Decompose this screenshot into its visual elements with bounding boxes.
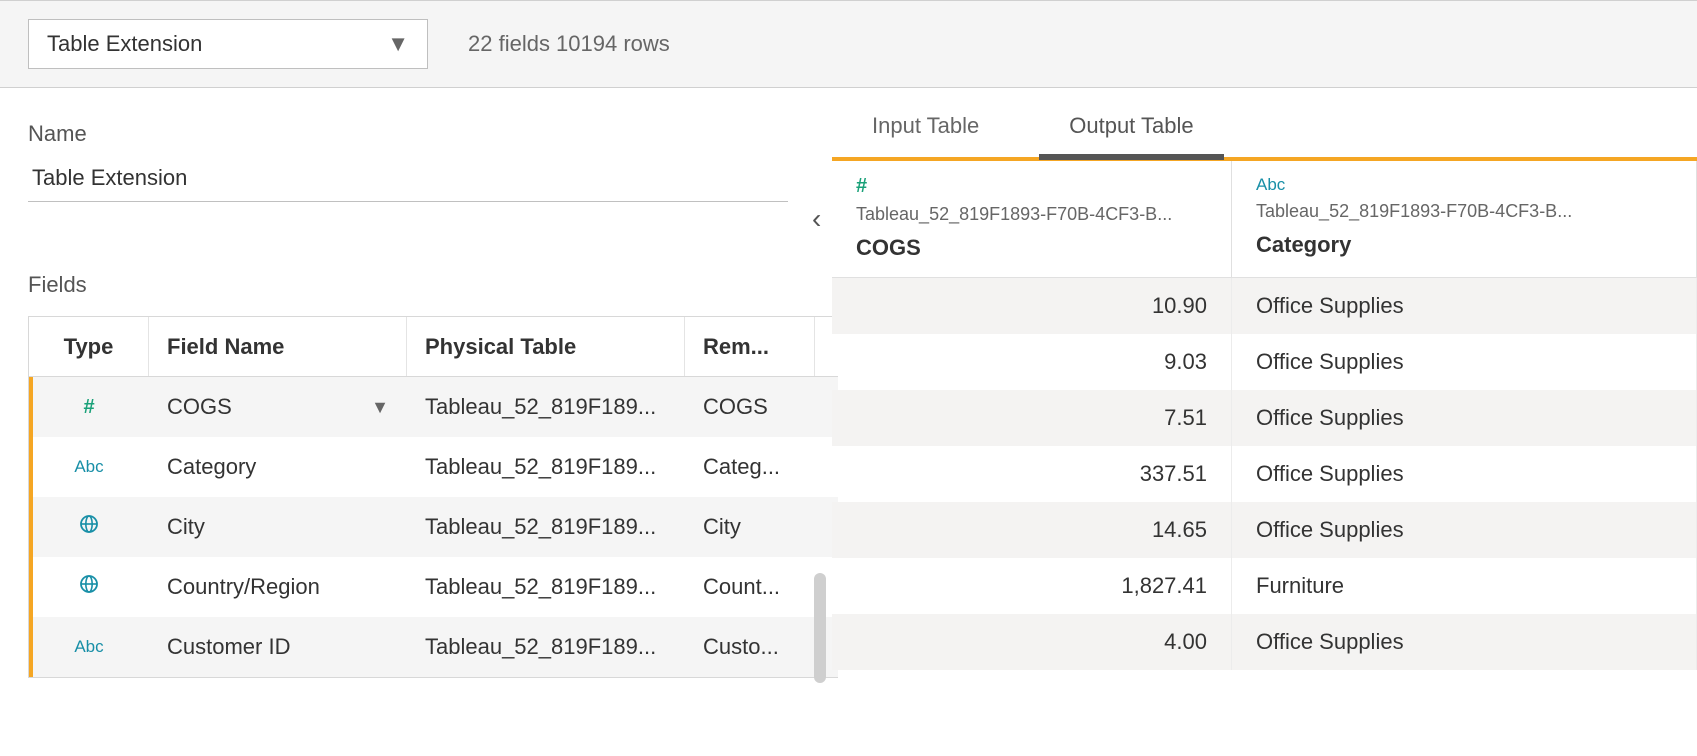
cogs-cell: 14.65 bbox=[832, 502, 1232, 558]
abc-icon: Abc bbox=[74, 457, 103, 477]
table-row[interactable]: 1,827.41Furniture bbox=[832, 558, 1697, 614]
field-type-cell[interactable]: Abc bbox=[29, 437, 149, 497]
physical-table-cell: Tableau_52_819F189... bbox=[407, 557, 685, 617]
main-content: ‹ Name Fields Type Field Name Physical T… bbox=[0, 93, 1697, 756]
output-col-source: Tableau_52_819F1893-F70B-4CF3-B... bbox=[1256, 201, 1672, 222]
col-physical[interactable]: Physical Table bbox=[407, 317, 685, 376]
field-name-cell[interactable]: City bbox=[149, 497, 407, 557]
physical-table-cell: Tableau_52_819F189... bbox=[407, 377, 685, 437]
row-count-summary: 22 fields 10194 rows bbox=[468, 31, 670, 57]
remote-name-cell: Categ... bbox=[685, 437, 815, 497]
field-type-cell[interactable] bbox=[29, 497, 149, 557]
datasource-dropdown[interactable]: Table Extension ▼ bbox=[28, 19, 428, 69]
field-name-cell[interactable]: Country/Region bbox=[149, 557, 407, 617]
col-remote[interactable]: Rem... bbox=[685, 317, 815, 376]
right-pane: Input Table Output Table # Tableau_52_81… bbox=[832, 93, 1697, 756]
table-name-input[interactable] bbox=[28, 159, 788, 202]
col-field-name[interactable]: Field Name bbox=[149, 317, 407, 376]
category-cell: Office Supplies bbox=[1232, 334, 1697, 390]
field-row[interactable]: Country/RegionTableau_52_819F189...Count… bbox=[29, 557, 838, 617]
field-row[interactable]: Abc Customer IDTableau_52_819F189...Custo… bbox=[29, 617, 838, 677]
remote-name-cell: COGS bbox=[685, 377, 815, 437]
physical-table-cell: Tableau_52_819F189... bbox=[407, 497, 685, 557]
output-col-name: Category bbox=[1256, 232, 1672, 258]
output-col-category[interactable]: Abc Tableau_52_819F1893-F70B-4CF3-B... C… bbox=[1232, 161, 1697, 278]
field-row[interactable]: Abc CategoryTableau_52_819F189...Categ... bbox=[29, 437, 838, 497]
remote-name-cell: City bbox=[685, 497, 815, 557]
hash-icon: # bbox=[83, 396, 94, 419]
output-table: # Tableau_52_819F1893-F70B-4CF3-B... COG… bbox=[832, 157, 1697, 670]
tab-input-table[interactable]: Input Table bbox=[872, 113, 979, 157]
category-cell: Office Supplies bbox=[1232, 446, 1697, 502]
output-col-cogs[interactable]: # Tableau_52_819F1893-F70B-4CF3-B... COG… bbox=[832, 161, 1232, 278]
chevron-down-icon: ▼ bbox=[387, 31, 409, 57]
fields-scrollbar[interactable] bbox=[814, 573, 826, 683]
fields-table: Type Field Name Physical Table Rem... # C… bbox=[28, 316, 838, 678]
cogs-cell: 10.90 bbox=[832, 278, 1232, 334]
category-cell: Furniture bbox=[1232, 558, 1697, 614]
fields-label: Fields bbox=[28, 272, 832, 298]
fields-header-row: Type Field Name Physical Table Rem... bbox=[29, 317, 838, 377]
field-row[interactable]: # COGS▼Tableau_52_819F189...COGS bbox=[29, 377, 838, 437]
remote-name-cell: Custo... bbox=[685, 617, 815, 677]
table-row[interactable]: 9.03Office Supplies bbox=[832, 334, 1697, 390]
toolbar: Table Extension ▼ 22 fields 10194 rows bbox=[0, 0, 1697, 88]
cogs-cell: 7.51 bbox=[832, 390, 1232, 446]
category-cell: Office Supplies bbox=[1232, 502, 1697, 558]
output-col-source: Tableau_52_819F1893-F70B-4CF3-B... bbox=[856, 204, 1207, 225]
category-cell: Office Supplies bbox=[1232, 390, 1697, 446]
physical-table-cell: Tableau_52_819F189... bbox=[407, 437, 685, 497]
table-row[interactable]: 7.51Office Supplies bbox=[832, 390, 1697, 446]
left-pane: Name Fields Type Field Name Physical Tab… bbox=[0, 93, 832, 756]
field-row[interactable]: CityTableau_52_819F189...City bbox=[29, 497, 838, 557]
field-type-cell[interactable]: # bbox=[29, 377, 149, 437]
table-tabs: Input Table Output Table bbox=[832, 93, 1697, 157]
chevron-down-icon[interactable]: ▼ bbox=[371, 397, 389, 418]
table-row[interactable]: 10.90Office Supplies bbox=[832, 278, 1697, 334]
output-col-name: COGS bbox=[856, 235, 1207, 261]
category-cell: Office Supplies bbox=[1232, 614, 1697, 670]
hash-icon: # bbox=[856, 175, 867, 197]
field-type-cell[interactable] bbox=[29, 557, 149, 617]
globe-icon bbox=[79, 574, 99, 600]
name-label: Name bbox=[28, 121, 832, 147]
field-type-cell[interactable]: Abc bbox=[29, 617, 149, 677]
cogs-cell: 1,827.41 bbox=[832, 558, 1232, 614]
abc-icon: Abc bbox=[74, 637, 103, 657]
category-cell: Office Supplies bbox=[1232, 278, 1697, 334]
field-name-cell[interactable]: COGS▼ bbox=[149, 377, 407, 437]
cogs-cell: 9.03 bbox=[832, 334, 1232, 390]
tab-output-table[interactable]: Output Table bbox=[1069, 113, 1193, 157]
table-row[interactable]: 337.51Office Supplies bbox=[832, 446, 1697, 502]
cogs-cell: 337.51 bbox=[832, 446, 1232, 502]
output-table-header: # Tableau_52_819F1893-F70B-4CF3-B... COG… bbox=[832, 161, 1697, 278]
col-type[interactable]: Type bbox=[29, 317, 149, 376]
cogs-cell: 4.00 bbox=[832, 614, 1232, 670]
table-row[interactable]: 4.00Office Supplies bbox=[832, 614, 1697, 670]
field-name-cell[interactable]: Customer ID bbox=[149, 617, 407, 677]
datasource-dropdown-value: Table Extension bbox=[47, 31, 202, 57]
globe-icon bbox=[79, 514, 99, 540]
physical-table-cell: Tableau_52_819F189... bbox=[407, 617, 685, 677]
remote-name-cell: Count... bbox=[685, 557, 815, 617]
abc-icon: Abc bbox=[1256, 175, 1285, 194]
table-row[interactable]: 14.65Office Supplies bbox=[832, 502, 1697, 558]
field-name-cell[interactable]: Category bbox=[149, 437, 407, 497]
